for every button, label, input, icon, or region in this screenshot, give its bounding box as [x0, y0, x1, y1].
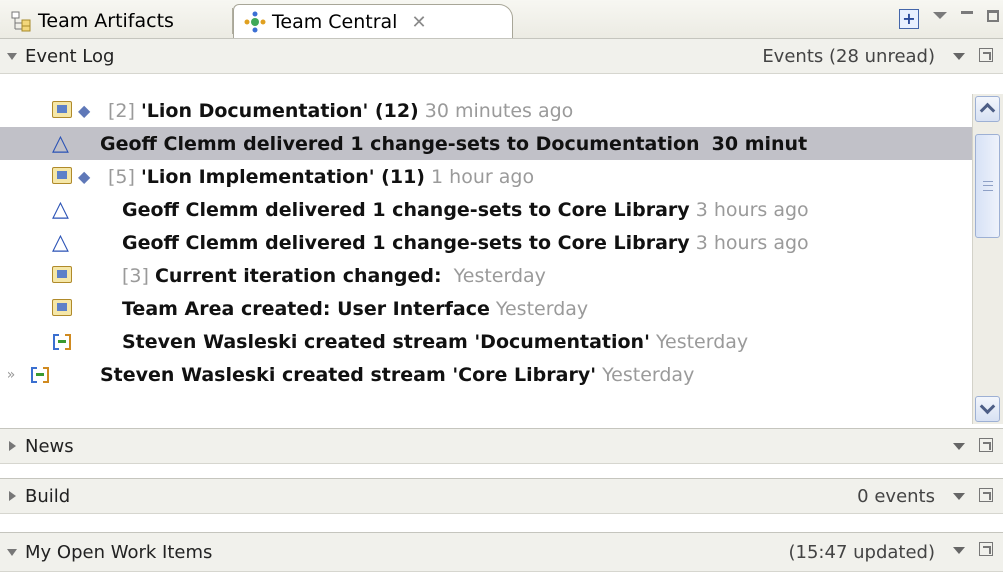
view-tab-bar: Team Artifacts Team Central ✕ + — [0, 0, 1003, 39]
stream-icon — [52, 332, 72, 352]
expand-arrow-icon[interactable] — [9, 441, 16, 451]
list-item[interactable]: △ Geoff Clemm delivered 1 change-sets to… — [0, 193, 972, 226]
work-item-icon — [52, 265, 72, 283]
maximize-icon[interactable] — [987, 10, 999, 22]
work-item-icon — [52, 166, 72, 184]
collapse-arrow-icon[interactable] — [7, 548, 17, 556]
scroll-thumb[interactable] — [975, 134, 1000, 238]
popout-icon[interactable] — [979, 48, 993, 62]
section-menu-icon[interactable] — [953, 493, 965, 500]
add-section-icon[interactable]: + — [899, 9, 919, 29]
delta-icon: △ — [52, 196, 69, 222]
scroll-up-button[interactable] — [975, 96, 1000, 122]
diamond-icon: ◆ — [78, 101, 91, 120]
stream-icon — [30, 365, 50, 385]
popout-icon[interactable] — [979, 488, 993, 502]
popout-icon[interactable] — [979, 542, 993, 556]
popout-icon[interactable] — [979, 438, 993, 452]
list-item[interactable]: [3] Current iteration changed: Yesterday — [0, 259, 972, 292]
list-item[interactable]: Team Area created: User Interface Yester… — [0, 292, 972, 325]
section-menu-icon[interactable] — [953, 443, 965, 450]
section-title: News — [25, 435, 74, 457]
section-title: Event Log — [25, 45, 115, 67]
view-menu-icon[interactable] — [933, 11, 947, 19]
tab-team-artifacts[interactable]: Team Artifacts — [4, 4, 232, 38]
section-event-log[interactable]: Event Log Events (28 unread) — [0, 38, 1003, 74]
tab-team-central[interactable]: Team Central ✕ — [233, 4, 513, 39]
view-toolbar: + — [899, 6, 1003, 32]
delta-icon: △ — [52, 229, 69, 255]
scroll-down-button[interactable] — [975, 396, 1000, 422]
section-menu-icon[interactable] — [953, 53, 965, 60]
tab-label: Team Artifacts — [38, 10, 174, 32]
section-info: (15:47 updated) — [788, 541, 936, 563]
work-item-icon — [52, 298, 72, 316]
tab-label: Team Central — [272, 11, 398, 33]
section-title: My Open Work Items — [25, 541, 213, 563]
event-list: ◆ [2] 'Lion Documentation' (12) 30 minut… — [0, 94, 972, 424]
list-item[interactable]: ◆ [5] 'Lion Implementation' (11) 1 hour … — [0, 160, 972, 193]
team-central-icon — [244, 11, 266, 33]
list-item[interactable]: Steven Wasleski created stream 'Document… — [0, 325, 972, 358]
section-menu-icon[interactable] — [953, 547, 965, 554]
collapse-arrow-icon[interactable] — [7, 52, 17, 60]
expand-arrow-icon[interactable] — [9, 491, 16, 501]
list-item[interactable]: ◆ [2] 'Lion Documentation' (12) 30 minut… — [0, 94, 972, 127]
list-item-selected[interactable]: △ Geoff Clemm delivered 1 change-sets to… — [0, 127, 972, 160]
section-title: Build — [25, 485, 71, 507]
minimize-icon[interactable] — [961, 10, 973, 14]
section-info: Events (28 unread) — [762, 45, 935, 67]
list-item[interactable]: △ Geoff Clemm delivered 1 change-sets to… — [0, 226, 972, 259]
hierarchy-icon — [11, 11, 31, 32]
section-build[interactable]: Build 0 events — [0, 478, 1003, 514]
section-my-open-work-items[interactable]: My Open Work Items (15:47 updated) — [0, 532, 1003, 572]
section-info: 0 events — [857, 485, 935, 507]
vertical-scrollbar[interactable] — [972, 94, 1003, 424]
delta-icon: △ — [52, 130, 69, 156]
diamond-icon: ◆ — [78, 167, 91, 186]
list-item[interactable]: » Steven Wasleski created stream 'Core L… — [0, 358, 972, 391]
section-news[interactable]: News — [0, 428, 1003, 464]
close-icon[interactable]: ✕ — [411, 12, 426, 33]
more-chevron-icon[interactable]: » — [0, 367, 22, 383]
work-item-icon — [52, 100, 72, 118]
